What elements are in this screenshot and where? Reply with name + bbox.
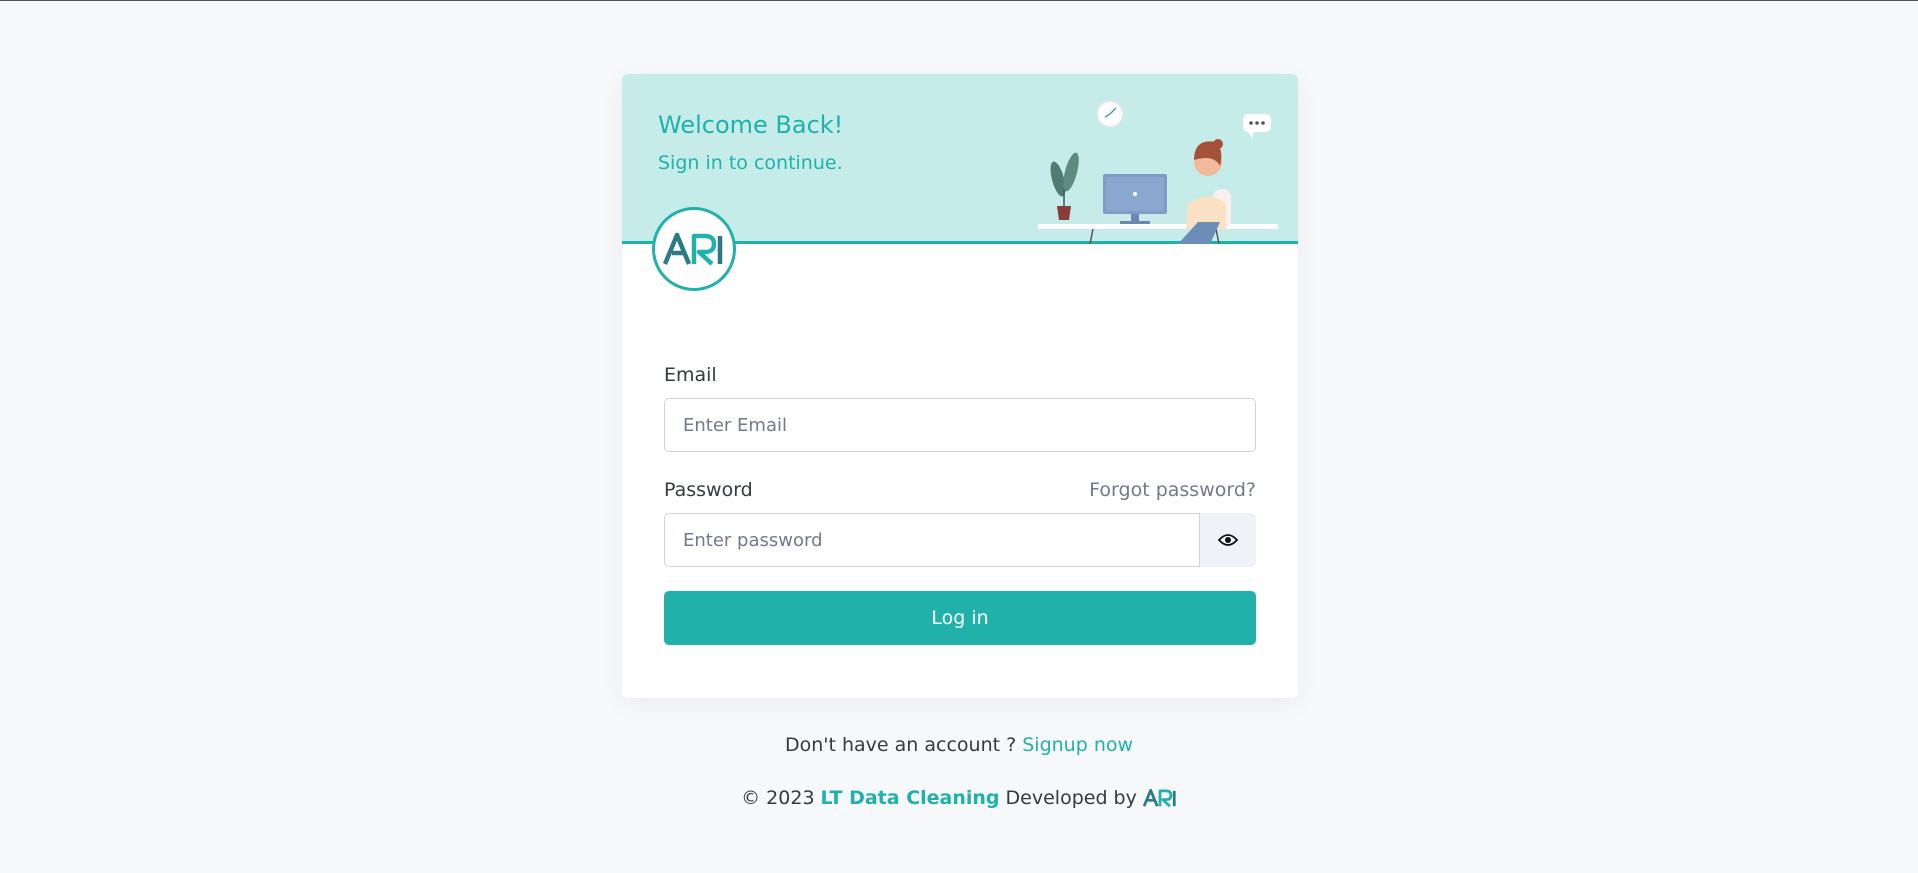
ari-logo-icon <box>652 207 736 291</box>
signup-prompt: Don't have an account ? Signup now <box>0 734 1918 756</box>
copyright-prefix: © 2023 <box>741 787 815 809</box>
office-illustration <box>1038 100 1278 244</box>
email-label: Email <box>664 364 717 386</box>
signup-link[interactable]: Signup now <box>1022 734 1133 756</box>
ari-logo-mark <box>663 232 723 266</box>
login-card: Welcome Back! Sign in to continue. Email… <box>622 74 1298 698</box>
welcome-subtitle: Sign in to continue. <box>658 152 843 174</box>
eye-icon <box>1218 534 1239 546</box>
password-label: Password <box>664 479 753 501</box>
signup-prompt-text: Don't have an account ? <box>784 734 1017 756</box>
password-input[interactable] <box>664 513 1201 567</box>
password-label-row: Password Forgot password? <box>664 479 1256 501</box>
copyright: © 2023 LT Data Cleaning Developed by <box>0 787 1918 809</box>
brand-name: LT Data Cleaning <box>820 787 1000 809</box>
password-group <box>664 513 1256 567</box>
forgot-password-link[interactable]: Forgot password? <box>1089 479 1256 501</box>
toggle-password-button[interactable] <box>1200 513 1256 567</box>
login-form: Email Password Forgot password? Log in <box>664 364 1256 645</box>
developed-by-text: Developed by <box>1005 787 1137 809</box>
login-button[interactable]: Log in <box>664 591 1256 645</box>
welcome-title: Welcome Back! <box>658 111 844 139</box>
email-input[interactable] <box>664 398 1256 452</box>
developer-logo-icon <box>1142 788 1176 808</box>
